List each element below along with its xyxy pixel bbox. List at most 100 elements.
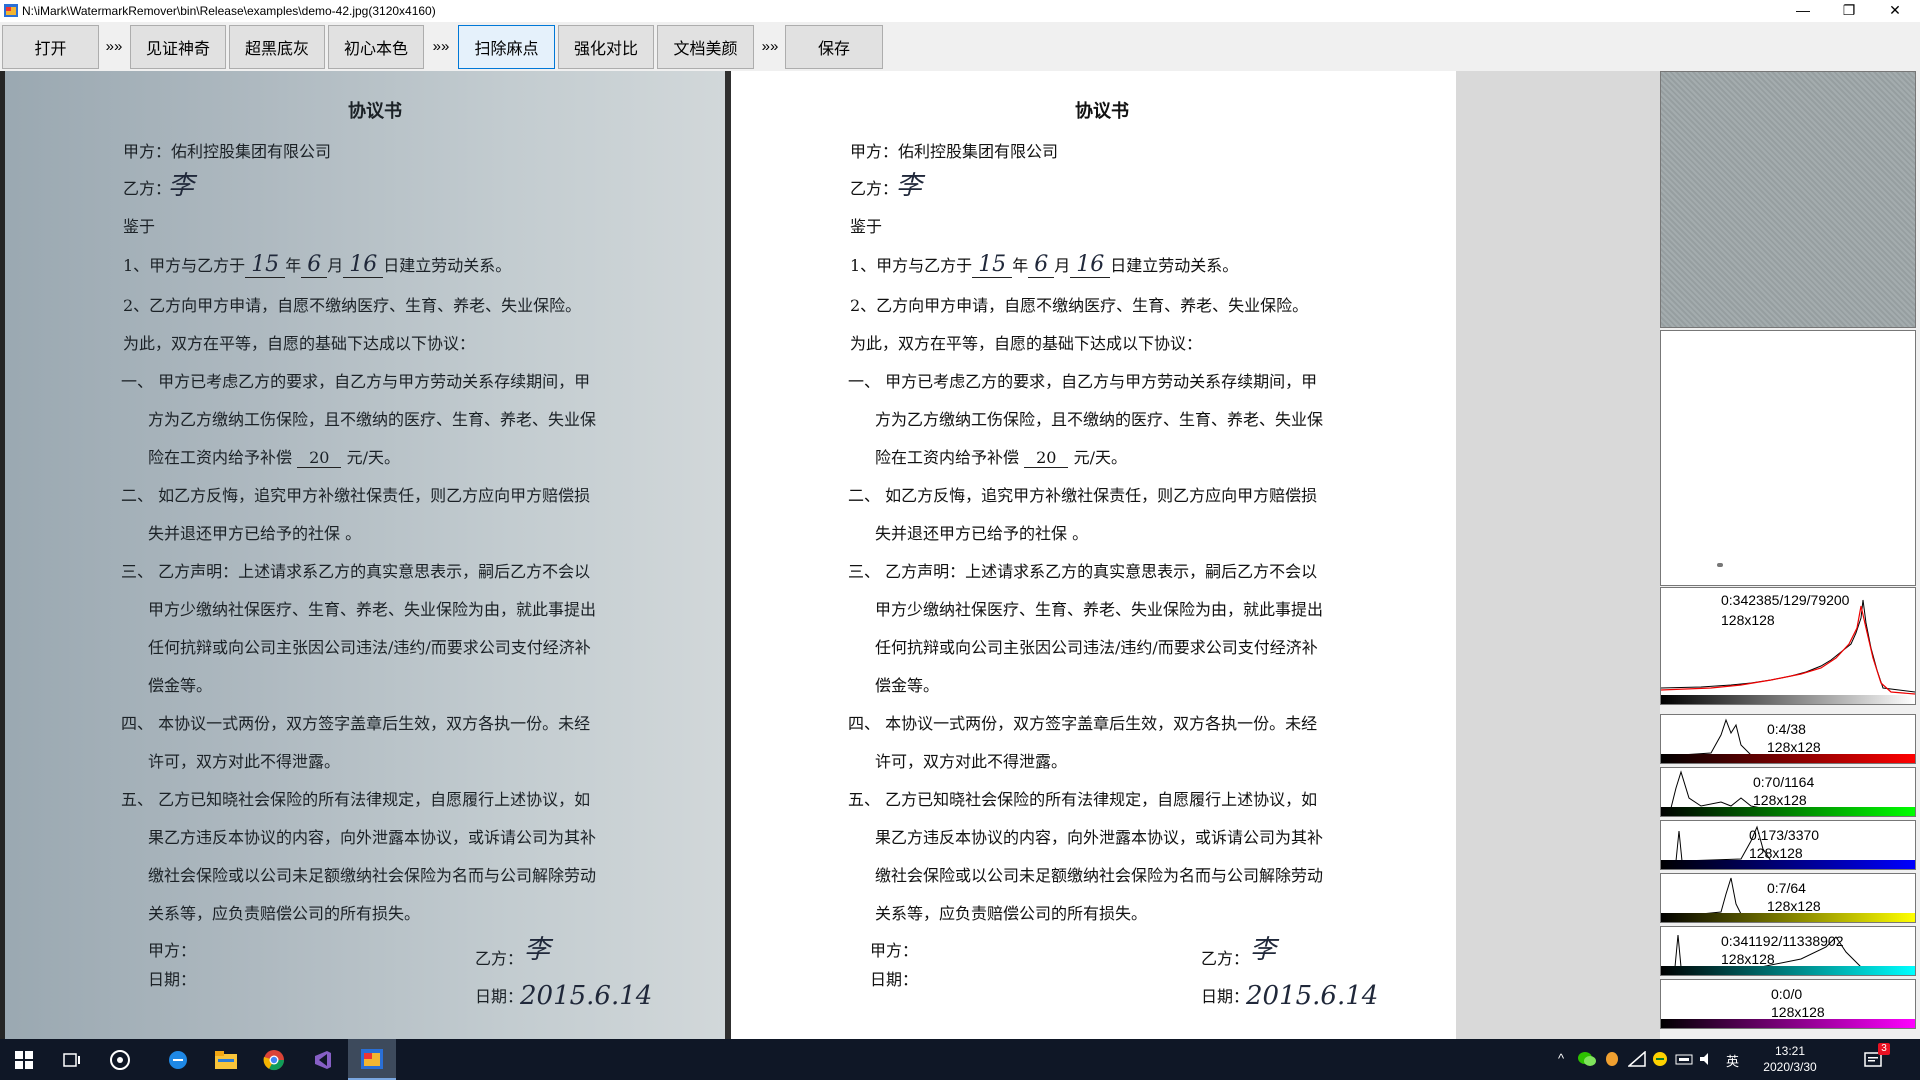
canvas-background [1456, 71, 1660, 1039]
item5-line: 关系等，应负责赔偿公司的所有损失。 [148, 904, 421, 923]
party-b-line: 乙方： [850, 179, 899, 198]
item1-line: 方为乙方缴纳工伤保险，且不缴纳的医疗、生育、养老、失业保 [148, 410, 597, 429]
red-histogram: 0:4/38 128x128 [1660, 714, 1916, 764]
windows-icon[interactable] [0, 1039, 48, 1080]
file-explorer-icon[interactable] [202, 1039, 250, 1080]
signature-date: 2015.6.14 [520, 981, 653, 1011]
clause1-line: 1、甲方与乙方于 15 年 6 月 16 日建立劳动关系。 [123, 252, 512, 278]
signature-li: 李 [896, 171, 923, 201]
whereas-line: 鉴于 [850, 217, 883, 236]
visual-studio-icon[interactable] [298, 1039, 346, 1080]
whereas-line: 鉴于 [123, 217, 156, 236]
histogram-stat: 0:342385/129/79200 [1721, 592, 1850, 608]
histogram-stat: 0:4/38 [1767, 721, 1806, 737]
taskbar: ^ 英 13:21 2020/3/30 3 [0, 1039, 1920, 1080]
histogram-stat: 0:341192/11338902 [1721, 933, 1844, 949]
task-view-icon[interactable] [48, 1039, 96, 1080]
notification-center-icon[interactable]: 3 [1852, 1039, 1896, 1080]
item2-line: 失并退还甲方已给予的社保 。 [148, 524, 362, 543]
speck-mark [1717, 563, 1723, 567]
security-app-icon[interactable] [1651, 1051, 1669, 1067]
processed-zoom-preview [1660, 330, 1916, 586]
clause1-line: 1、甲方与乙方于 15 年 6 月 16 日建立劳动关系。 [850, 252, 1239, 278]
window-title: N:\iMark\WatermarkRemover\bin\Release\ex… [22, 4, 436, 18]
date-a-label: 日期： [148, 970, 197, 989]
remove-spots-button[interactable]: 扫除麻点 [458, 25, 555, 69]
histogram-stat: 0:0/0 [1771, 986, 1803, 1002]
item1-line: 方为乙方缴纳工伤保险，且不缴纳的医疗、生育、养老、失业保 [875, 410, 1324, 429]
tray-overflow-icon[interactable]: ^ [1558, 1051, 1564, 1066]
histogram-size: 128x128 [1721, 612, 1775, 628]
sign-a-label: 甲方： [870, 941, 919, 960]
notification-badge: 3 [1878, 1043, 1890, 1055]
save-button[interactable]: 保存 [785, 25, 883, 69]
pipeline-separator: »» [105, 38, 123, 55]
therefore-line: 为此，双方在平等，自愿的基础下达成以下协议： [850, 334, 1203, 353]
item3-line: 三、 乙方声明：上述请求系乙方的真实意思表示，嗣后乙方不会以 [848, 562, 1318, 581]
histogram-stat: 0:70/1164 [1753, 774, 1815, 790]
clause2-line: 2、乙方向甲方申请，自愿不缴纳医疗、生育、养老、失业保险。 [850, 296, 1309, 315]
item5-line: 五、 乙方已知晓社会保险的所有法律规定，自愿履行上述协议，如 [848, 790, 1318, 809]
pipeline-separator: »» [432, 38, 450, 55]
party-a-line: 甲方：佑利控股集团有限公司 [123, 142, 332, 161]
clock-time: 13:21 [1774, 1044, 1806, 1058]
processed-image-panel[interactable]: 协议书 甲方：佑利控股集团有限公司 乙方： 李 鉴于 1、甲方与乙方于 15 年 6 月… [731, 71, 1456, 1039]
item3-line: 任何抗辩或向公司主张因公司违法/违约/而要求公司支付经济补 [148, 638, 591, 657]
doc-title: 协议书 [348, 101, 402, 122]
chrome-browser-icon[interactable] [250, 1039, 298, 1080]
original-color-button[interactable]: 初心本色 [328, 25, 424, 69]
party-b-line: 乙方： [123, 179, 172, 198]
item5-line: 缴社会保险或以公司未足额缴纳社会保险为名而与公司解除劳动 [148, 866, 597, 885]
item5-line: 果乙方违反本协议的内容，向外泄露本协议，或诉请公司为其补 [148, 828, 597, 847]
qq-icon[interactable] [1603, 1051, 1621, 1067]
luminance-histogram: 0:342385/129/79200 128x128 [1660, 587, 1916, 705]
wechat-icon[interactable] [1578, 1051, 1596, 1067]
item1-line: 一、 甲方已考虑乙方的要求，自乙方与甲方劳动关系存续期间，甲 [848, 372, 1318, 391]
network-icon[interactable] [1628, 1051, 1646, 1067]
open-button[interactable]: 打开 [2, 25, 99, 69]
watermark-remover-app-icon[interactable] [348, 1039, 396, 1080]
item3-line: 偿金等。 [875, 676, 940, 695]
signature-date: 2015.6.14 [1246, 981, 1379, 1011]
gradient-bar [1661, 966, 1915, 975]
item5-line: 缴社会保险或以公司未足额缴纳社会保险为名而与公司解除劳动 [875, 866, 1324, 885]
gradient-bar [1661, 754, 1915, 763]
item4-line: 许可，双方对此不得泄露。 [148, 752, 341, 771]
item4-line: 四、 本协议一式两份，双方签字盖章后生效，双方各执一份。未经 [848, 714, 1318, 733]
volume-icon[interactable] [1698, 1051, 1716, 1067]
date-a-label: 日期： [870, 970, 919, 989]
item3-line: 三、 乙方声明：上述请求系乙方的真实意思表示，嗣后乙方不会以 [121, 562, 591, 581]
edge-browser-icon[interactable] [154, 1039, 202, 1080]
item1-line: 一、 甲方已考虑乙方的要求，自乙方与甲方劳动关系存续期间，甲 [121, 372, 591, 391]
item2-line: 失并退还甲方已给予的社保 。 [875, 524, 1089, 543]
title-bar: N:\iMark\WatermarkRemover\bin\Release\ex… [0, 0, 1920, 22]
gradient-bar [1661, 807, 1915, 816]
close-button[interactable]: ✕ [1872, 0, 1918, 22]
gradient-bar [1661, 860, 1915, 869]
item5-line: 果乙方违反本协议的内容，向外泄露本协议，或诉请公司为其补 [875, 828, 1324, 847]
item1-line: 险在工资内给予补偿 20 元/天。 [875, 448, 1127, 468]
restore-button[interactable]: ❐ [1826, 0, 1872, 22]
black-gray-button[interactable]: 超黑底灰 [229, 25, 325, 69]
input-language[interactable]: 英 [1726, 1051, 1739, 1070]
item3-line: 甲方少缴纳社保医疗、生育、养老、失业保险为由，就此事提出 [148, 600, 597, 619]
pinwheel-app-icon[interactable] [96, 1039, 144, 1080]
magic-button[interactable]: 见证神奇 [130, 25, 226, 69]
date-b-label: 日期： [1201, 987, 1250, 1006]
gradient-bar [1661, 695, 1915, 704]
doc-beautify-button[interactable]: 文档美颜 [657, 25, 754, 69]
original-image-panel[interactable]: 协议书 甲方：佑利控股集团有限公司 乙方： 李 鉴于 1、甲方与乙方于 15 年 6 月… [0, 71, 731, 1039]
blue-histogram: 0:173/3370 128x128 [1660, 820, 1916, 870]
clock-date: 2020/3/30 [1763, 1060, 1817, 1074]
doc-title: 协议书 [1075, 101, 1129, 122]
enhance-contrast-button[interactable]: 强化对比 [558, 25, 654, 69]
histogram-stat: 0:7/64 [1767, 880, 1806, 896]
minimize-button[interactable]: — [1780, 0, 1826, 22]
histogram-stat: 0:173/3370 [1749, 827, 1820, 843]
item4-line: 四、 本协议一式两份，双方签字盖章后生效，双方各执一份。未经 [121, 714, 591, 733]
keyboard-icon[interactable] [1675, 1051, 1693, 1067]
clause2-line: 2、乙方向甲方申请，自愿不缴纳医疗、生育、养老、失业保险。 [123, 296, 582, 315]
pipeline-separator: »» [761, 38, 779, 55]
system-clock[interactable]: 13:21 2020/3/30 [1755, 1043, 1825, 1075]
item2-line: 二、 如乙方反悔，追究甲方补缴社保责任，则乙方应向甲方赔偿损 [121, 486, 591, 505]
